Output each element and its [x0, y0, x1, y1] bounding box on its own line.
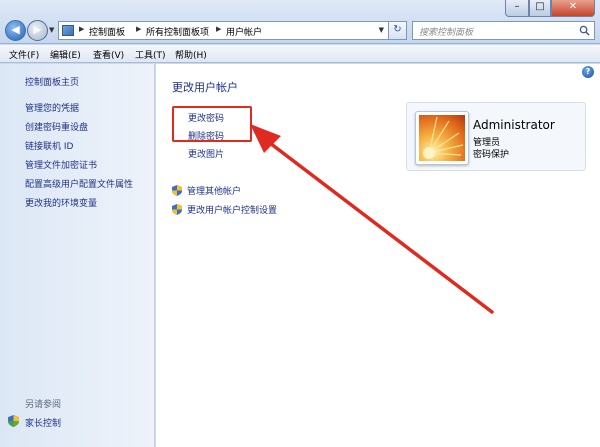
close-button[interactable]: ✕ [551, 0, 595, 17]
main-content: ? 更改用户帐户 更改密码 删除密码 更改图片 管理其他帐户 更改用户帐户控制设… [156, 64, 600, 447]
back-button[interactable]: ◀ [5, 20, 26, 41]
see-also-heading: 另请参阅 [25, 400, 62, 410]
history-dropdown-icon[interactable]: ▼ [49, 26, 54, 34]
sidebar-create-reset-disk[interactable]: 创建密码重设盘 [25, 120, 88, 133]
uac-settings-label: 更改用户帐户控制设置 [187, 206, 278, 216]
back-arrow-icon: ◀ [11, 23, 20, 36]
change-picture-link[interactable]: 更改图片 [188, 147, 224, 160]
breadcrumb-user-accounts[interactable]: 用户帐户 [226, 25, 262, 38]
breadcrumb-separator-icon[interactable]: ▶ [79, 25, 84, 33]
user-name: Administrator [473, 118, 555, 132]
sidebar-change-environment-variables[interactable]: 更改我的环境变量 [25, 196, 97, 209]
forward-button[interactable]: ▶ [27, 20, 48, 41]
manage-other-accounts-link[interactable]: 管理其他帐户 [172, 184, 241, 197]
refresh-icon: ↻ [393, 24, 402, 35]
flower-avatar-icon [419, 115, 465, 161]
uac-shield-icon [172, 204, 182, 215]
sidebar-manage-credentials[interactable]: 管理您的凭据 [25, 101, 79, 114]
avatar[interactable] [415, 111, 469, 165]
minimize-icon: – [514, 1, 520, 12]
sidebar-control-panel-home[interactable]: 控制面板主页 [25, 75, 79, 88]
page-title: 更改用户帐户 [172, 81, 238, 94]
menu-bar: 文件(F) 编辑(E) 查看(V) 工具(T) 帮助(H) [0, 45, 600, 63]
control-panel-window: – □ ✕ ◀ ▶ ▼ ▶ 控制面板 ▶ 所有控制面板项 ▶ 用户帐户 ▼ ↻ … [0, 0, 600, 447]
manage-other-accounts-label: 管理其他帐户 [187, 187, 242, 197]
breadcrumb-separator-icon[interactable]: ▶ [136, 25, 141, 33]
sidebar-link-online-id[interactable]: 链接联机 ID [25, 139, 73, 152]
search-icon [579, 25, 590, 36]
maximize-icon: □ [535, 1, 545, 12]
uac-settings-link[interactable]: 更改用户帐户控制设置 [172, 203, 277, 216]
breadcrumb-control-panel[interactable]: 控制面板 [89, 25, 125, 38]
close-icon: ✕ [568, 1, 578, 12]
title-address-bar: – □ ✕ ◀ ▶ ▼ ▶ 控制面板 ▶ 所有控制面板项 ▶ 用户帐户 ▼ ↻ … [0, 0, 600, 44]
maximize-button[interactable]: □ [529, 0, 551, 17]
help-icon[interactable]: ? [582, 66, 594, 78]
menu-tools[interactable]: 工具(T) [135, 48, 166, 61]
left-navigation-pane: 控制面板主页 管理您的凭据 创建密码重设盘 链接联机 ID 管理文件加密证书 配… [0, 64, 155, 447]
menu-file[interactable]: 文件(F) [9, 48, 39, 61]
minimize-button[interactable]: – [505, 0, 529, 17]
address-dropdown-icon[interactable]: ▼ [379, 26, 384, 34]
sidebar-advanced-profile-properties[interactable]: 配置高级用户配置文件属性 [25, 177, 133, 190]
user-account-card: Administrator 管理员 密码保护 [406, 102, 586, 171]
menu-help[interactable]: 帮助(H) [175, 48, 207, 61]
search-input[interactable]: 搜索控制面板 [412, 21, 595, 40]
address-bar[interactable]: ▶ 控制面板 ▶ 所有控制面板项 ▶ 用户帐户 ▼ [58, 21, 389, 40]
control-panel-icon [62, 25, 74, 36]
breadcrumb-all-items[interactable]: 所有控制面板项 [146, 25, 209, 38]
annotation-highlight-box [172, 106, 252, 142]
user-password-status: 密码保护 [473, 150, 510, 160]
forward-arrow-icon: ▶ [33, 23, 42, 36]
parental-controls-icon [8, 415, 19, 427]
sidebar-parental-controls[interactable]: 家长控制 [25, 416, 61, 429]
menu-view[interactable]: 查看(V) [93, 48, 124, 61]
sidebar-manage-encryption-certificates[interactable]: 管理文件加密证书 [25, 158, 97, 171]
menu-edit[interactable]: 编辑(E) [50, 48, 81, 61]
breadcrumb-separator-icon[interactable]: ▶ [216, 25, 221, 33]
search-placeholder: 搜索控制面板 [419, 28, 474, 38]
uac-shield-icon [172, 185, 182, 196]
refresh-button[interactable]: ↻ [389, 21, 407, 40]
